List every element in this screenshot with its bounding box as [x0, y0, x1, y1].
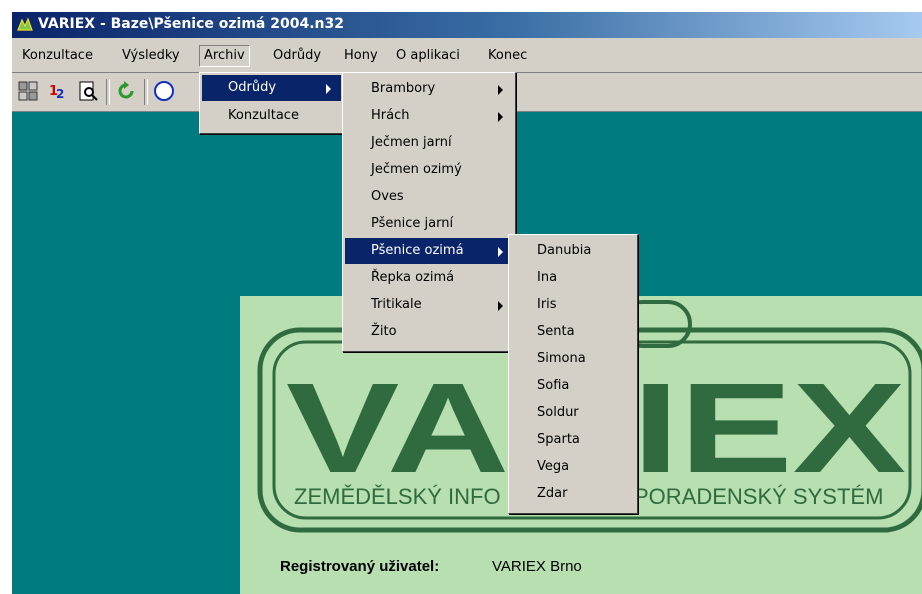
menu-item-variety[interactable]: Sparta: [511, 427, 635, 453]
menu-item-label: Sparta: [537, 432, 580, 447]
toolbar-separator: [144, 79, 148, 105]
menu-item-variety[interactable]: Zdar: [511, 481, 635, 507]
menu-item-label: Iris: [537, 297, 557, 312]
menu-item-label: Ina: [537, 270, 558, 285]
menu-hony[interactable]: Hony: [340, 46, 382, 66]
window-title: VARIEX - Baze\Pšenice ozimá 2004.n32: [38, 16, 344, 32]
puzzle-icon[interactable]: [16, 79, 40, 103]
odrudy-submenu: Brambory Hrách Ječmen jarní Ječmen ozimý…: [342, 72, 516, 352]
menu-item-label: Danubia: [537, 243, 592, 258]
menu-konec[interactable]: Konec: [484, 46, 531, 66]
menu-item-variety[interactable]: Simona: [511, 346, 635, 372]
menu-item-repka-ozima[interactable]: Řepka ozimá: [345, 265, 513, 291]
menu-item-variety[interactable]: Sofia: [511, 373, 635, 399]
menu-item-label: Hrách: [371, 108, 410, 123]
menu-item-label: Soldur: [537, 405, 579, 420]
menu-item-variety[interactable]: Iris: [511, 292, 635, 318]
menu-item-variety[interactable]: Ina: [511, 265, 635, 291]
app-logo-icon: [17, 17, 33, 31]
menu-odrudy[interactable]: Odrůdy: [269, 46, 325, 66]
menu-item-psenice-ozima[interactable]: Pšenice ozimá: [345, 238, 513, 264]
title-bar: VARIEX - Baze\Pšenice ozimá 2004.n32: [12, 12, 922, 38]
submenu-arrow-icon: [326, 84, 331, 94]
menu-item-label: Ječmen ozimý: [371, 162, 462, 177]
menu-item-konzultace[interactable]: Konzultace: [202, 103, 341, 129]
menu-item-label: Oves: [371, 189, 404, 204]
toolbar-separator: [106, 79, 110, 105]
menu-item-label: Pšenice jarní: [371, 216, 454, 231]
menu-item-jecmen-ozimy[interactable]: Ječmen ozimý: [345, 157, 513, 183]
menu-item-label: Konzultace: [228, 108, 299, 123]
registered-user-value: VARIEX Brno: [492, 558, 582, 575]
menu-item-label: Pšenice ozimá: [371, 243, 464, 258]
menu-item-label: Zdar: [537, 486, 568, 501]
svg-text:2: 2: [56, 87, 64, 101]
menu-vysledky[interactable]: Výsledky: [118, 46, 184, 66]
menu-bar: Konzultace Výsledky Archiv Odrůdy Hony O…: [12, 38, 922, 73]
menu-item-label: Simona: [537, 351, 586, 366]
menu-item-jecmen-jarni[interactable]: Ječmen jarní: [345, 130, 513, 156]
menu-item-psenice-jarni[interactable]: Pšenice jarní: [345, 211, 513, 237]
menu-item-zito[interactable]: Žito: [345, 319, 513, 345]
menu-archiv[interactable]: Archiv: [199, 45, 250, 67]
splash-subtitle-left: ZEMĚDĚLSKÝ INFO: [294, 484, 501, 509]
menu-item-label: Senta: [537, 324, 575, 339]
menu-item-label: Řepka ozimá: [371, 270, 455, 285]
registered-user-label: Registrovaný uživatel:: [280, 558, 440, 575]
preview-icon[interactable]: [76, 79, 100, 103]
submenu-arrow-icon: [498, 301, 503, 311]
menu-item-brambory[interactable]: Brambory: [345, 76, 513, 102]
psenice-ozima-submenu: Danubia Ina Iris Senta Simona Sofia Sold…: [508, 234, 638, 514]
menu-item-variety[interactable]: Soldur: [511, 400, 635, 426]
menu-item-label: Tritikale: [371, 297, 422, 312]
menu-item-tritikale[interactable]: Tritikale: [345, 292, 513, 318]
numbers-icon[interactable]: 1 2: [46, 79, 70, 103]
menu-item-label: Žito: [371, 324, 397, 339]
menu-item-variety[interactable]: Senta: [511, 319, 635, 345]
menu-konzultace[interactable]: Konzultace: [18, 46, 97, 66]
submenu-arrow-icon: [498, 247, 503, 257]
menu-item-hrach[interactable]: Hrách: [345, 103, 513, 129]
menu-item-oves[interactable]: Oves: [345, 184, 513, 210]
archiv-menu: Odrůdy Konzultace: [199, 72, 344, 134]
menu-item-label: Odrůdy: [228, 80, 277, 95]
menu-item-variety[interactable]: Vega: [511, 454, 635, 480]
menu-item-label: Brambory: [371, 81, 436, 96]
splash-subtitle-right: PORADENSKÝ SYSTÉM: [634, 484, 884, 509]
help-icon[interactable]: [152, 79, 176, 103]
submenu-arrow-icon: [498, 112, 503, 122]
submenu-arrow-icon: [498, 85, 503, 95]
menu-item-label: Vega: [537, 459, 570, 474]
menu-item-label: Sofia: [537, 378, 570, 393]
menu-o-aplikaci[interactable]: O aplikaci: [392, 46, 464, 66]
menu-item-label: Ječmen jarní: [371, 135, 452, 150]
menu-item-odrudy[interactable]: Odrůdy: [202, 75, 341, 101]
refresh-icon[interactable]: [114, 79, 138, 103]
menu-item-variety[interactable]: Danubia: [511, 238, 635, 264]
